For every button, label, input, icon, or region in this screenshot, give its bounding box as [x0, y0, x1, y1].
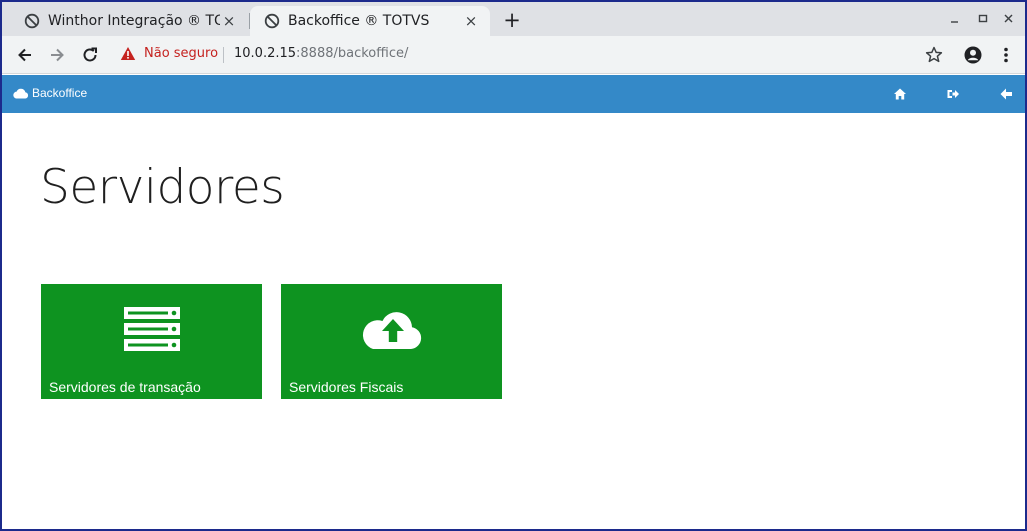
security-indicator[interactable]: Não seguro	[120, 46, 218, 61]
profile-avatar-icon[interactable]	[963, 45, 983, 65]
blocked-site-icon	[264, 13, 280, 29]
server-stack-icon	[123, 307, 180, 351]
minimize-icon[interactable]	[946, 15, 964, 25]
url-path: :8888/backoffice/	[296, 46, 409, 61]
forward-button-icon[interactable]	[47, 45, 67, 65]
address-bar[interactable]: 10.0.2.15:8888/backoffice/	[234, 46, 408, 61]
window-close-icon[interactable]	[1000, 13, 1018, 25]
cloud-upload-icon	[362, 312, 421, 349]
tab-title: Backoffice ® TOTVS	[288, 13, 430, 29]
blocked-site-icon	[24, 13, 40, 29]
url-host: 10.0.2.15	[234, 46, 297, 61]
menu-kebab-icon[interactable]	[996, 45, 1016, 65]
tab-winthor[interactable]: Winthor Integração ® TO ×	[10, 6, 248, 36]
warning-icon	[120, 47, 136, 60]
tile-label: Servidores de transação	[49, 379, 201, 395]
page-title: Servidores	[40, 160, 285, 215]
logout-icon[interactable]	[946, 87, 960, 101]
brand-link[interactable]: Backoffice	[12, 86, 87, 100]
back-button-icon[interactable]	[15, 45, 35, 65]
back-arrow-icon[interactable]	[999, 87, 1013, 101]
brand-label: Backoffice	[32, 86, 88, 100]
tab-strip: Winthor Integração ® TO × Backoffice ® T…	[2, 2, 1025, 36]
tab-close-icon[interactable]: ×	[220, 12, 238, 30]
tile-label: Servidores Fiscais	[289, 379, 404, 395]
reload-button-icon[interactable]	[80, 45, 100, 65]
tile-fiscal-servers[interactable]: Servidores Fiscais	[281, 284, 502, 399]
browser-window: Winthor Integração ® TO × Backoffice ® T…	[0, 0, 1027, 531]
cloud-icon	[13, 88, 29, 99]
bookmark-star-icon[interactable]	[924, 45, 944, 65]
home-icon[interactable]	[893, 87, 907, 101]
app-header: Backoffice	[2, 75, 1025, 113]
omnibox-divider	[223, 47, 224, 63]
tile-transaction-servers[interactable]: Servidores de transação	[41, 284, 262, 399]
browser-toolbar: Não seguro 10.0.2.15:8888/backoffice/	[2, 36, 1025, 74]
tab-backoffice[interactable]: Backoffice ® TOTVS ×	[250, 6, 490, 36]
tab-close-icon[interactable]: ×	[462, 12, 480, 30]
security-label: Não seguro	[144, 46, 219, 61]
tab-title: Winthor Integração ® TO	[48, 13, 220, 29]
maximize-icon[interactable]	[974, 13, 992, 25]
new-tab-button[interactable]: +	[500, 9, 524, 33]
